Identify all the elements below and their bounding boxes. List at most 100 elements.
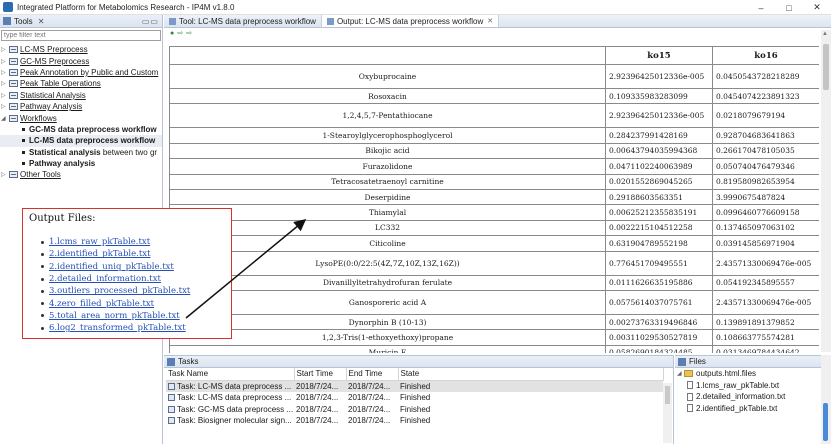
metabolite-name-cell: 1,2,3-Tris(1-ethoxyethoxy)propane	[169, 329, 606, 346]
tree-item-pathway-workflow[interactable]: Pathway analysis	[0, 158, 162, 169]
files-scrollbar[interactable]	[821, 355, 831, 444]
table-row[interactable]: Citicoline 0.631904789552198 0.03914585697…	[169, 235, 819, 252]
forward-icon[interactable]: ⇨	[186, 30, 192, 37]
tasks-scrollbar[interactable]	[663, 383, 672, 443]
result-scrollbar[interactable]: ▲	[821, 30, 831, 352]
minimize-button[interactable]: –	[747, 0, 775, 15]
collapse-icon[interactable]: ◢	[677, 370, 684, 377]
tree-item-peak-annotation[interactable]: ▷ Peak Annotation by Public and Custom	[0, 67, 162, 78]
file-link[interactable]: 6.log2_transformed_pkTable.txt	[49, 323, 186, 333]
ko15-value-cell: 0.0582690184324485	[605, 344, 713, 353]
table-row[interactable]: 1-Stearoylglycerophosphoglycerol 0.284237…	[169, 127, 819, 144]
file-link[interactable]: 4.zero_filled_pkTable.txt	[49, 299, 154, 309]
file-row[interactable]: 2.detailed_information.txt	[675, 391, 821, 403]
ko16-value-cell: 0.137465097063102	[712, 219, 819, 237]
tab-output-lcms[interactable]: Output: LC-MS data preprocess workflow ✕	[321, 15, 500, 27]
tree-item-other-tools[interactable]: ▷ Other Tools	[0, 169, 162, 180]
bullet-icon	[41, 265, 44, 269]
tree-item-lcms-workflow[interactable]: LC-MS data preprocess workflow	[0, 135, 162, 147]
file-link[interactable]: 5.total_area_norm_pkTable.txt	[49, 311, 180, 321]
refresh-icon[interactable]: ●	[170, 30, 174, 37]
expand-icon[interactable]: ▷	[1, 171, 8, 178]
table-row[interactable]: Divanillyltetrahydrofuran ferulate 0.0111…	[169, 274, 819, 291]
collapse-icon[interactable]: ◢	[1, 115, 8, 122]
folder-row[interactable]: ◢ outputs.html.files	[675, 368, 821, 380]
column-header-state[interactable]: State	[398, 368, 664, 381]
column-header-end-time[interactable]: End Time	[346, 368, 399, 381]
table-row[interactable]: LysoPE(0:0/22:5(4Z,7Z,10Z,13Z,16Z)) 0.776…	[169, 250, 819, 276]
tree-item-statistical-workflow[interactable]: Statistical analysis between two gr	[0, 147, 162, 158]
file-link[interactable]: 2.identified_uniq_pkTable.txt	[49, 262, 174, 272]
list-item: 6.log2_transformed_pkTable.txt	[41, 322, 225, 334]
table-row[interactable]: Thiamylal 0.00625212355835191 0.0996460776…	[169, 204, 819, 221]
table-row[interactable]: Muricin E 0.0582690184324485 0.03134697844…	[169, 344, 819, 353]
metabolite-name-cell: Furazolidone	[169, 158, 606, 175]
folder-icon	[9, 114, 18, 122]
close-icon[interactable]: ✕	[487, 17, 493, 25]
list-item: 3.outliers_processed_pkTable.txt	[41, 285, 225, 297]
ko15-value-cell: 0.109335983283099	[605, 87, 713, 105]
back-icon[interactable]: ⇨	[177, 30, 183, 37]
folder-icon	[9, 46, 18, 54]
table-row[interactable]: Task: LC-MS data preprocess ... 2018/7/2…	[166, 392, 663, 404]
task-state-cell: Finished	[400, 393, 431, 403]
tree-item-lcms-preprocess[interactable]: ▷ LC-MS Preprocess	[0, 44, 162, 55]
table-row[interactable]: Task: Biosigner molecular sign... 2018/7…	[166, 415, 663, 427]
close-icon[interactable]: ✕	[38, 17, 45, 26]
table-row[interactable]: Deserpidine 0.29188603563351 3.99906754878…	[169, 188, 819, 206]
output-icon	[326, 17, 334, 25]
table-row[interactable]: Bikojic acid 0.00643794035994368 0.2661704…	[169, 142, 819, 160]
expand-icon[interactable]: ▷	[1, 69, 8, 76]
table-row[interactable]: LC332 0.0022215104512258 0.137465097063102	[169, 219, 819, 237]
file-link[interactable]: 2.detailed_information.txt	[49, 274, 161, 284]
tree-item-gcms-preprocess[interactable]: ▷ GC-MS Preprocess	[0, 55, 162, 66]
tree-item-statistical-analysis[interactable]: ▷ Statistical Analysis	[0, 90, 162, 101]
close-button[interactable]: ✕	[803, 0, 831, 15]
file-link[interactable]: 2.identified_pkTable.txt	[49, 249, 151, 259]
file-link[interactable]: 3.outliers_processed_pkTable.txt	[49, 286, 190, 296]
expand-icon[interactable]: ▷	[1, 58, 8, 65]
table-row[interactable]: Oxybuprocaine 2.92396425012336e-005 0.0450…	[169, 64, 819, 89]
table-row[interactable]: Tetracosatetraenoyl carnitine 0.020155286…	[169, 173, 819, 190]
expand-icon[interactable]: ▷	[1, 46, 8, 53]
file-link[interactable]: 1.lcms_raw_pkTable.txt	[49, 237, 150, 247]
file-name: 1.lcms_raw_pkTable.txt	[696, 380, 780, 390]
ko15-value-cell: 0.631904789552198	[605, 235, 713, 252]
table-row[interactable]: Task: LC-MS data preprocess ... 2018/7/2…	[166, 380, 663, 392]
minimize-icon[interactable]: ▭▭	[142, 17, 159, 26]
tree-item-pathway-analysis[interactable]: ▷ Pathway Analysis	[0, 101, 162, 112]
table-row[interactable]: 1,2,3-Tris(1-ethoxyethoxy)propane 0.00311…	[169, 329, 819, 346]
tree-item-workflows[interactable]: ◢ Workflows	[0, 112, 162, 123]
tree-item-peak-table-operations[interactable]: ▷ Peak Table Operations	[0, 78, 162, 89]
file-name: 2.detailed_information.txt	[696, 392, 786, 402]
expand-icon[interactable]: ▷	[1, 103, 8, 110]
file-row[interactable]: 2.identified_pkTable.txt	[675, 403, 821, 415]
column-header-start-time[interactable]: Start Time	[294, 368, 347, 381]
tools-panel-header: Tools ✕ ▭▭	[0, 15, 162, 28]
table-row[interactable]: Rosoxacin 0.109335983283099 0.045407422389…	[169, 87, 819, 105]
task-end-cell: 2018/7/24...	[346, 380, 398, 392]
metabolite-name-cell: Ganosporeric acid A	[169, 289, 606, 315]
expand-icon[interactable]: ▷	[1, 80, 8, 87]
tab-tool-lcms[interactable]: Tool: LC-MS data preprocess workflow	[164, 15, 322, 27]
tree-item-gcms-workflow[interactable]: GC-MS data preprocess workflow	[0, 124, 162, 135]
table-row[interactable]: Task: GC-MS data preprocess ... 2018/7/2…	[166, 403, 663, 415]
scroll-up-icon[interactable]: ▲	[822, 31, 828, 37]
folder-icon	[9, 80, 18, 88]
table-row[interactable]: Furazolidone 0.0471102240063989 0.05074047…	[169, 158, 819, 175]
filter-input[interactable]	[1, 30, 161, 41]
scrollbar-thumb[interactable]	[823, 403, 828, 441]
file-row[interactable]: 1.lcms_raw_pkTable.txt	[675, 380, 821, 392]
folder-icon	[9, 57, 18, 65]
table-row[interactable]: Dynorphin B (10-13) 0.00273763319496846 0.…	[169, 313, 819, 331]
list-item: 2.detailed_information.txt	[41, 273, 225, 285]
column-header-task-name[interactable]: Task Name	[166, 368, 295, 381]
scrollbar-thumb[interactable]	[823, 44, 829, 90]
table-row[interactable]: 1,2,4,5,7-Pentathiocane 2.92396425012336e…	[169, 103, 819, 129]
task-name-cell: Task: Biosigner molecular sign...	[166, 415, 294, 427]
table-row[interactable]: Ganosporeric acid A 0.0575614037075761 2.4…	[169, 289, 819, 315]
task-name: Task: GC-MS data preprocess ...	[177, 404, 294, 414]
maximize-button[interactable]: □	[775, 0, 803, 15]
scrollbar-thumb[interactable]	[665, 386, 670, 404]
expand-icon[interactable]: ▷	[1, 92, 8, 99]
